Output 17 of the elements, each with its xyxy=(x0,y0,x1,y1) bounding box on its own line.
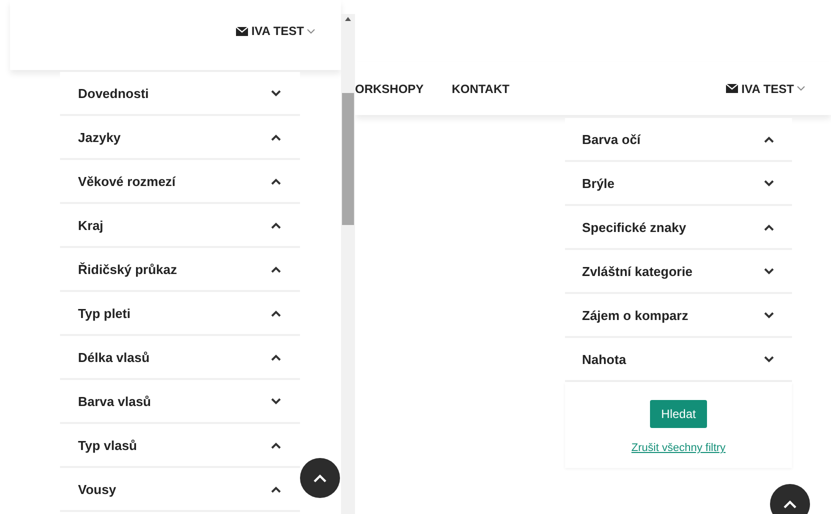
chevron-up-icon xyxy=(313,474,327,482)
nav-link[interactable]: ORKSHOPY xyxy=(355,82,424,96)
user-menu[interactable]: IVA TEST xyxy=(726,82,805,96)
user-menu[interactable]: IVA TEST xyxy=(236,24,315,38)
scroll-up-icon xyxy=(345,17,351,21)
scrollbar[interactable] xyxy=(341,14,355,514)
envelope-icon xyxy=(726,84,738,93)
clear-filters-link[interactable]: Zrušit všechny filtry xyxy=(631,442,726,454)
envelope-icon xyxy=(236,26,248,36)
nav-link[interactable]: KONTAKT xyxy=(452,82,510,96)
scroll-to-top-button[interactable] xyxy=(770,484,810,514)
scrollbar-thumb[interactable] xyxy=(342,93,354,225)
caret-icon xyxy=(797,86,805,91)
search-button[interactable]: Hledat xyxy=(650,400,707,428)
chevron-up-icon xyxy=(783,500,797,508)
scroll-to-top-button[interactable] xyxy=(300,458,340,498)
caret-icon xyxy=(307,28,315,34)
